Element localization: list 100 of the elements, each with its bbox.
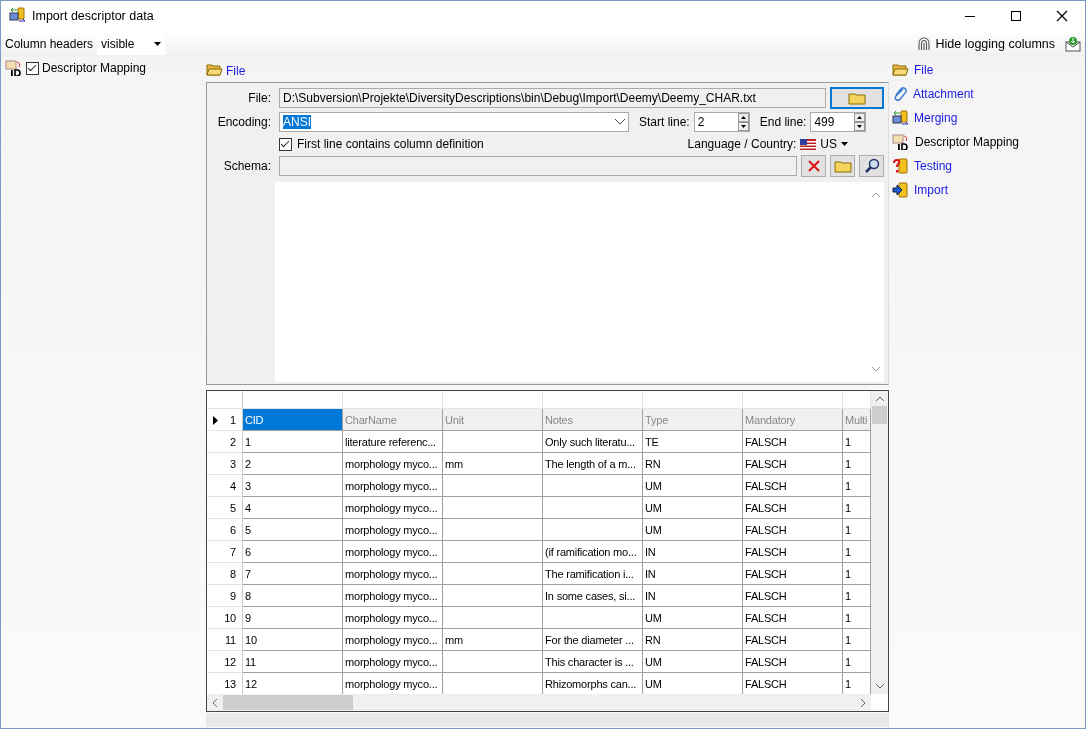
step-link[interactable]: Merging	[914, 111, 958, 125]
end-line-spinner[interactable]: 499	[810, 112, 867, 132]
table-cell[interactable]: mm	[443, 453, 543, 475]
table-cell[interactable]	[443, 475, 543, 497]
table-cell[interactable]: For the diameter ...	[543, 629, 643, 651]
step-link[interactable]: Testing	[914, 159, 953, 173]
scroll-up-icon[interactable]	[871, 192, 881, 198]
table-cell[interactable]: The ramification i...	[543, 563, 643, 585]
step-link[interactable]: Descriptor Mapping	[915, 135, 1020, 149]
table-cell[interactable]	[443, 497, 543, 519]
hide-logging-button[interactable]: Hide logging columns	[916, 36, 1055, 52]
table-cell[interactable]: morphology myco...	[343, 519, 443, 541]
scroll-left-icon[interactable]	[211, 697, 219, 708]
scroll-down-icon[interactable]	[871, 366, 881, 372]
table-cell[interactable]: FALSCH	[743, 541, 843, 563]
table-cell[interactable]: literature referenc...	[343, 431, 443, 453]
table-cell[interactable]: FALSCH	[743, 629, 843, 651]
table-cell[interactable]	[543, 475, 643, 497]
row-header[interactable]: 3	[207, 453, 243, 475]
table-cell[interactable]: FALSCH	[743, 431, 843, 453]
file-path-field[interactable]: D:\Subversion\Projekte\DiversityDescriptions\bin\Debug\Import\Deemy\Deemy_CHAR.txt	[279, 88, 826, 108]
table-cell[interactable]: mm	[443, 629, 543, 651]
table-cell[interactable]: FALSCH	[743, 519, 843, 541]
table-cell[interactable]: CID	[243, 409, 343, 431]
row-header[interactable]: 8	[207, 563, 243, 585]
file-step-header[interactable]: File	[226, 64, 246, 78]
tree-item[interactable]: Descriptor Mapping	[42, 61, 147, 75]
table-cell[interactable]	[443, 541, 543, 563]
table-cell[interactable]: 4	[243, 497, 343, 519]
table-cell[interactable]: RN	[643, 453, 743, 475]
table-cell[interactable]: UM	[643, 497, 743, 519]
scroll-down-icon[interactable]	[874, 682, 885, 690]
mail-download-icon[interactable]	[1065, 36, 1081, 52]
row-header[interactable]: 6	[207, 519, 243, 541]
table-cell[interactable]: TE	[643, 431, 743, 453]
row-header[interactable]: 11	[207, 629, 243, 651]
table-cell[interactable]: morphology myco...	[343, 607, 443, 629]
row-header[interactable]: 5	[207, 497, 243, 519]
table-cell[interactable]: The length of a m...	[543, 453, 643, 475]
table-cell[interactable]: 6	[243, 541, 343, 563]
table-cell[interactable]	[543, 519, 643, 541]
scroll-right-icon[interactable]	[859, 697, 867, 708]
vertical-scrollbar[interactable]	[871, 391, 888, 694]
table-cell[interactable]: 1	[243, 431, 343, 453]
table-cell[interactable]	[543, 497, 643, 519]
table-cell[interactable]: UM	[643, 475, 743, 497]
table-cell[interactable]: FALSCH	[743, 585, 843, 607]
schema-field[interactable]	[279, 156, 797, 176]
row-header[interactable]: 1	[207, 409, 243, 431]
table-cell[interactable]: UM	[643, 651, 743, 673]
table-cell[interactable]: Only such literatu...	[543, 431, 643, 453]
table-cell[interactable]: RN	[643, 629, 743, 651]
step-link[interactable]: Attachment	[913, 87, 974, 101]
table-cell[interactable]: morphology myco...	[343, 585, 443, 607]
table-cell[interactable]	[443, 651, 543, 673]
table-cell[interactable]: FALSCH	[743, 651, 843, 673]
encoding-dropdown[interactable]: ANSI	[279, 112, 629, 132]
table-cell[interactable]: 3	[243, 475, 343, 497]
table-cell[interactable]: 10	[243, 629, 343, 651]
horizontal-scrollbar[interactable]	[207, 694, 871, 711]
table-cell[interactable]	[443, 519, 543, 541]
table-cell[interactable]: 5	[243, 519, 343, 541]
table-cell[interactable]: 9	[243, 607, 343, 629]
table-cell[interactable]: FALSCH	[743, 497, 843, 519]
table-cell[interactable]: In some cases, si...	[543, 585, 643, 607]
table-cell[interactable]: morphology myco...	[343, 629, 443, 651]
column-headers-dropdown[interactable]: visible	[97, 33, 166, 55]
scroll-up-icon[interactable]	[874, 395, 885, 403]
step-link[interactable]: File	[914, 63, 934, 77]
table-cell[interactable]: morphology myco...	[343, 475, 443, 497]
table-cell[interactable]: This character is ...	[543, 651, 643, 673]
table-cell[interactable]: morphology myco...	[343, 453, 443, 475]
scroll-thumb[interactable]	[223, 695, 353, 710]
table-cell[interactable]: FALSCH	[743, 453, 843, 475]
table-cell[interactable]: FALSCH	[743, 607, 843, 629]
row-header[interactable]: 9	[207, 585, 243, 607]
scroll-thumb[interactable]	[872, 406, 887, 424]
row-header[interactable]: 7	[207, 541, 243, 563]
start-line-spinner[interactable]: 2	[693, 112, 750, 132]
browse-folder-button[interactable]	[830, 87, 884, 109]
row-header[interactable]: 2	[207, 431, 243, 453]
table-cell[interactable]: FALSCH	[743, 563, 843, 585]
table-cell[interactable]: IN	[643, 563, 743, 585]
table-cell[interactable]: FALSCH	[743, 475, 843, 497]
first-line-checkbox[interactable]	[279, 137, 292, 151]
table-cell[interactable]	[543, 607, 643, 629]
table-cell[interactable]: 11	[243, 651, 343, 673]
tree-checkbox[interactable]	[26, 61, 39, 75]
clear-button[interactable]	[801, 155, 826, 177]
table-cell[interactable]: morphology myco...	[343, 541, 443, 563]
table-cell[interactable]	[443, 607, 543, 629]
table-cell[interactable]: 8	[243, 585, 343, 607]
table-cell[interactable]: IN	[643, 585, 743, 607]
table-cell[interactable]: morphology myco...	[343, 651, 443, 673]
table-cell[interactable]: IN	[643, 541, 743, 563]
table-cell[interactable]: 2	[243, 453, 343, 475]
table-cell[interactable]: morphology myco...	[343, 563, 443, 585]
search-button[interactable]	[859, 155, 884, 177]
row-header[interactable]: 10	[207, 607, 243, 629]
table-cell[interactable]: UM	[643, 607, 743, 629]
